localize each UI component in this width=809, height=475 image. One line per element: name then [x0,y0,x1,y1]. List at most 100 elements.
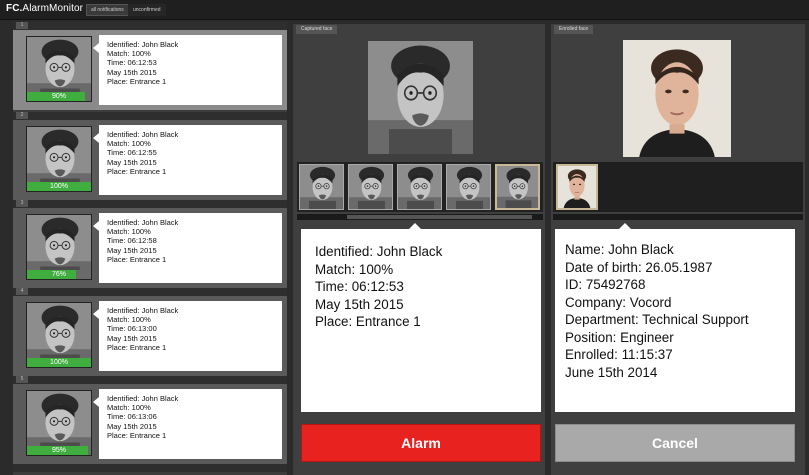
captured-face-image [368,41,473,154]
notification-face-thumbnail: 100% [26,302,92,368]
notification-time: Time: 06:13:06 [107,412,157,422]
frames-scrollbar-thumb[interactable] [347,215,532,219]
enrolled-company: Company: Vocord [565,294,672,310]
notification-date: May 15th 2015 [107,421,157,431]
notification-face-thumbnail: 100% [26,126,92,192]
notification-face-thumbnail: 95% [26,390,92,456]
notification-identified: Identified: John Black [107,394,179,403]
notification-match: Match: 100% [107,139,151,149]
notification-face-thumbnail: 76% [26,214,92,280]
notification-index: 2 [16,112,28,119]
tab-unconfirmed[interactable]: unconfirmed [128,4,166,16]
captured-time: Time: 06:12:53 [315,279,404,294]
notification-place: Place: Entrance 1 [107,342,167,352]
notification-item[interactable]: 3 76% Identified: John Black Match: 100%… [13,200,287,288]
notification-date: May 15th 2015 [107,67,157,77]
frame-thumbnail-selected[interactable] [495,164,540,210]
notification-time: Time: 06:13:00 [107,324,157,334]
notification-item[interactable]: 4 100% Identified: John Black Match: 100… [13,288,287,376]
enrolled-department: Department: Technical Support [565,312,749,327]
notification-header: 3 [13,200,287,208]
notification-date: May 15th 2015 [107,245,157,255]
captured-match: Match: 100% [315,261,394,277]
frame-thumbnail[interactable] [299,164,344,210]
captured-info-card: Identified: John Black Match: 100% Time:… [301,223,541,412]
notification-time: Time: 06:12:58 [107,236,157,246]
notification-header [13,464,287,472]
enrolled-scrollbar[interactable] [553,214,803,220]
match-percent-label: 76% [51,271,66,278]
alarm-button[interactable]: Alarm [301,424,541,462]
match-bar: 76% [27,270,91,279]
match-percent-label: 95% [51,447,66,454]
enrolled-face-panel: Enrolled face Name: John Black Date of b… [551,24,805,475]
match-bar: 100% [27,182,91,191]
enrolled-photos-strip[interactable] [553,162,803,212]
notification-item[interactable]: 1 90% Identified: John Black Match: 100%… [13,22,287,110]
notification-index: 3 [16,200,28,207]
notification-header: 5 [13,376,287,384]
enrolled-photo-thumbnail[interactable] [556,164,598,210]
frame-thumbnail[interactable] [397,164,442,210]
captured-face-panel: Captured face Identified: John Black Mat… [293,24,545,475]
notification-match: Match: 100% [107,49,151,59]
notification-date: May 15th 2015 [107,333,157,343]
captured-frames-strip[interactable] [297,162,543,212]
notification-date: May 15th 2015 [107,157,157,167]
enrolled-id: ID: 75492768 [565,277,646,292]
notification-place: Place: Entrance 1 [107,166,167,176]
notification-card: Identified: John Black Match: 100% Time:… [93,389,282,459]
notification-item[interactable]: 2 100% Identified: John Black Match: 100… [13,112,287,200]
match-percent-label: 90% [51,93,66,100]
enrolled-position: Position: Engineer [565,329,674,345]
frame-thumbnail[interactable] [446,164,491,210]
enrolled-name: Name: John Black [565,242,674,257]
notification-place: Place: Entrance 1 [107,254,167,264]
notification-place: Place: Entrance 1 [107,76,167,86]
notification-card: Identified: John Black Match: 100% Time:… [93,125,282,195]
title-bar: FC.AlarmMonitor all notifications unconf… [0,0,809,20]
enrolled-face-image [623,40,731,157]
notification-face-thumbnail: 90% [26,36,92,102]
notification-identified: Identified: John Black [107,130,179,139]
captured-face-tab: Captured face [296,25,338,34]
app-brand: FC.AlarmMonitor [6,3,84,14]
notification-header: 1 [13,22,287,30]
notification-time: Time: 06:12:53 [107,58,157,68]
match-bar: 95% [27,446,91,455]
captured-identified: Identified: John Black [315,244,443,259]
captured-place: Place: Entrance 1 [315,314,421,329]
notification-match: Match: 100% [107,403,151,413]
notification-place: Place: Entrance 1 [107,430,167,440]
notification-index: 4 [16,288,28,295]
match-percent-label: 100% [50,359,68,366]
match-bar: 90% [27,92,91,101]
notification-card: Identified: John Black Match: 100% Time:… [93,213,282,283]
notification-header: 4 [13,288,287,296]
notification-index: 5 [16,376,28,383]
match-bar: 100% [27,358,91,367]
notification-time: Time: 06:12:55 [107,148,157,158]
notification-index: 1 [16,22,28,29]
enrolled-dob: Date of birth: 26.05.1987 [565,259,713,275]
enrolled-date: June 15th 2014 [565,364,658,380]
notification-card: Identified: John Black Match: 100% Time:… [93,301,282,371]
captured-date: May 15th 2015 [315,296,404,312]
enrolled-info-card: Name: John Black Date of birth: 26.05.19… [555,223,795,412]
notification-item[interactable]: 5 95% Identified: John Black Match: 100%… [13,376,287,464]
notification-card: Identified: John Black Match: 100% Time:… [93,35,282,105]
match-percent-label: 100% [50,183,68,190]
notification-match: Match: 100% [107,227,151,237]
notification-header: 2 [13,112,287,120]
notification-identified: Identified: John Black [107,218,179,227]
tab-all-notifications[interactable]: all notifications [86,4,129,16]
frames-scrollbar[interactable] [297,214,543,220]
notification-identified: Identified: John Black [107,306,179,315]
cancel-button[interactable]: Cancel [555,424,795,462]
enrolled-face-tab: Enrolled face [554,25,594,34]
enrolled-time: Enrolled: 11:15:37 [565,347,673,362]
notification-identified: Identified: John Black [107,40,179,49]
frame-thumbnail[interactable] [348,164,393,210]
notification-list[interactable]: 1 90% Identified: John Black Match: 100%… [13,22,287,475]
notification-match: Match: 100% [107,315,151,325]
